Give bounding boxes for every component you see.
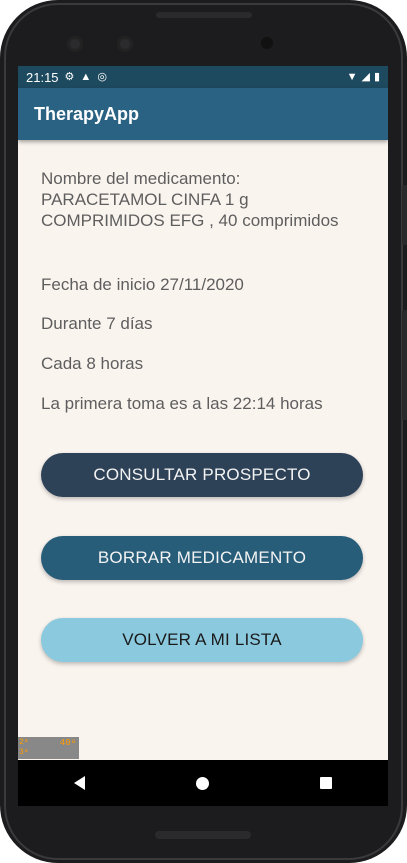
app-bar: TherapyApp (18, 88, 388, 140)
battery-icon: ▮ (373, 70, 380, 83)
status-time: 21:15 (26, 69, 59, 85)
debug-value: 40ᵃ (59, 738, 76, 748)
proximity-sensor (261, 37, 273, 49)
cell-signal-icon: ◢ (361, 70, 370, 83)
app-title: TherapyApp (34, 103, 140, 124)
debug-overlay: 2ᵃ 3ᵃ 40ᵃ (18, 737, 79, 759)
duration-text: Durante 7 días (41, 314, 153, 333)
medication-name: PARACETAMOL CINFA 1 g COMPRIMIDOS EFG , … (41, 190, 339, 230)
front-camera-icon (117, 36, 133, 52)
back-to-list-button[interactable]: VOLVER A MI LISTA (41, 618, 363, 662)
debug-line-2: 3ᵃ (19, 748, 29, 757)
warning-icon: ▲ (80, 70, 92, 83)
medication-name-label: Nombre del medicamento: (41, 169, 241, 188)
home-icon[interactable] (195, 776, 209, 790)
frequency-text: Cada 8 horas (41, 354, 144, 373)
delete-medication-button[interactable]: BORRAR MEDICAMENTO (41, 536, 363, 580)
volume-button (402, 185, 407, 245)
screen: 21:15 ⚙ ▲ ◎ ▼ ◢ ▮ TherapyApp Nombre del … (18, 66, 388, 806)
phone-frame: 21:15 ⚙ ▲ ◎ ▼ ◢ ▮ TherapyApp Nombre del … (0, 0, 407, 863)
navigation-bar (18, 760, 388, 806)
wifi-icon: ▼ (346, 70, 358, 83)
power-button (402, 310, 407, 420)
front-camera-icon (67, 36, 83, 52)
status-bar: 21:15 ⚙ ▲ ◎ ▼ ◢ ▮ (18, 66, 388, 88)
recents-icon[interactable] (320, 777, 333, 789)
top-speaker (156, 12, 252, 18)
gear-icon: ⚙ (64, 70, 75, 83)
consult-leaflet-button[interactable]: CONSULTAR PROSPECTO (41, 453, 363, 497)
back-icon[interactable] (73, 776, 85, 790)
first-dose-text: La primera toma es a las 22:14 horas (41, 394, 323, 413)
bottom-speaker (155, 831, 251, 839)
debug-line-1: 2ᵃ (19, 738, 29, 747)
medication-name-block: Nombre del medicamento: PARACETAMOL CINF… (41, 168, 371, 231)
sync-icon: ◎ (97, 70, 107, 83)
start-date-text: Fecha de inicio 27/11/2020 (41, 275, 244, 294)
